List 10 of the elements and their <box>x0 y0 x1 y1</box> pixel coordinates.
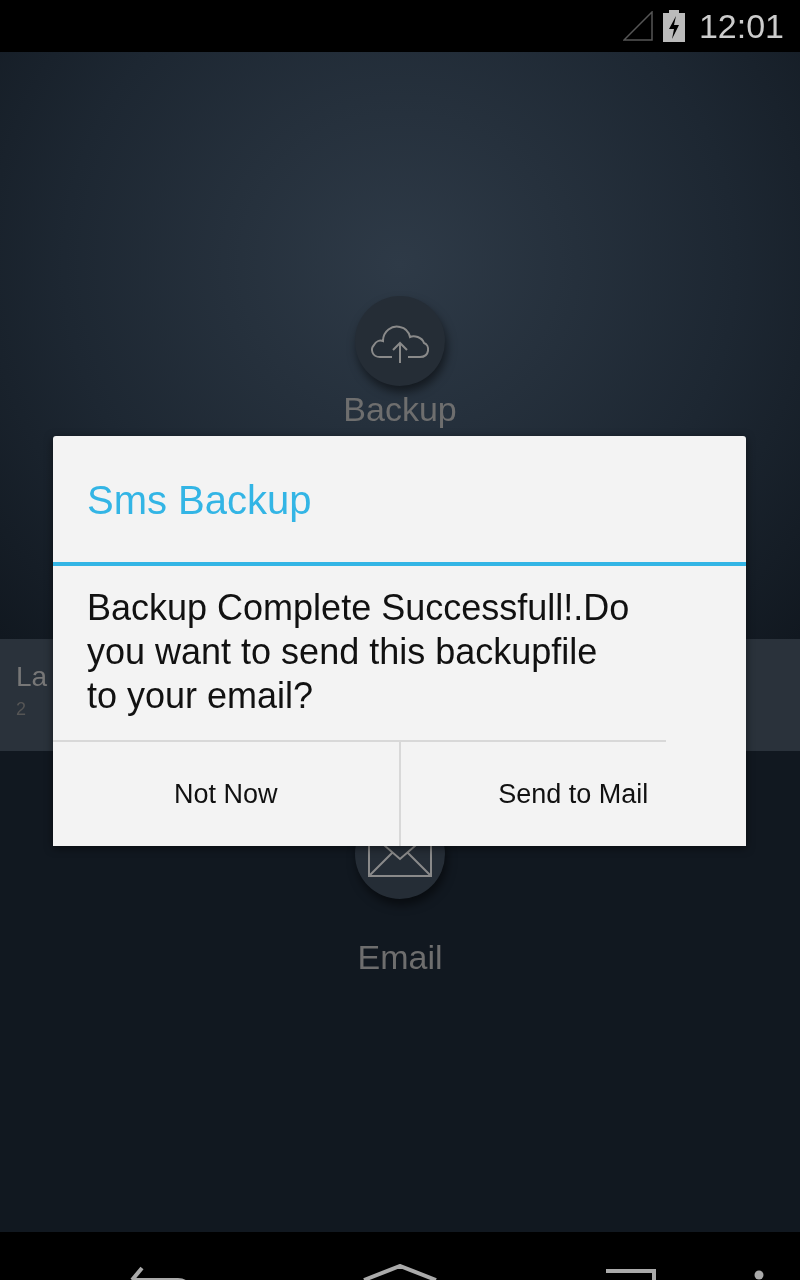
signal-icon <box>622 11 653 41</box>
menu-icon[interactable] <box>754 1270 764 1280</box>
dialog-title: Sms Backup <box>53 436 746 566</box>
last-backup-title: La <box>16 661 48 693</box>
battery-charging-icon <box>662 10 685 42</box>
dismiss-button[interactable]: Not Now <box>53 742 399 846</box>
email-label: Email <box>357 938 443 977</box>
backup-label: Backup <box>343 390 457 429</box>
confirm-button[interactable]: Send to Mail <box>398 742 746 846</box>
clock-time: 12:01 <box>698 6 784 46</box>
